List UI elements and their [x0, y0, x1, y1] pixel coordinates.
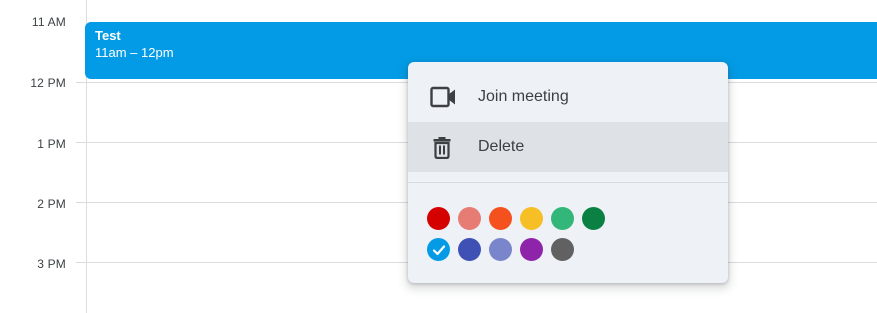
color-picker — [427, 207, 605, 269]
color-swatch[interactable] — [551, 238, 574, 261]
color-swatch[interactable] — [520, 207, 543, 230]
gutter-tick — [76, 142, 86, 143]
video-camera-icon — [430, 86, 455, 108]
time-label-2pm: 2 PM — [37, 197, 66, 211]
gutter-tick — [76, 82, 86, 83]
time-label-3pm: 3 PM — [37, 257, 66, 271]
color-row — [427, 207, 605, 230]
time-label-12pm: 12 PM — [30, 76, 66, 90]
delete-menu-item[interactable]: Delete — [408, 122, 728, 172]
color-swatch[interactable] — [582, 207, 605, 230]
time-label-11am: 11 AM — [31, 15, 66, 29]
trash-icon — [433, 137, 451, 159]
event-context-menu: Join meeting Delete — [408, 62, 728, 283]
color-swatch[interactable] — [427, 207, 450, 230]
time-gutter: 11 AM 12 PM 1 PM 2 PM 3 PM — [0, 0, 86, 313]
color-swatch[interactable] — [427, 238, 450, 261]
delete-label: Delete — [478, 138, 525, 155]
calendar-day-view: 11 AM 12 PM 1 PM 2 PM 3 PM Test 11am – 1… — [0, 0, 877, 313]
color-swatch[interactable] — [489, 207, 512, 230]
color-swatch[interactable] — [520, 238, 543, 261]
gutter-tick — [76, 262, 86, 263]
color-swatch[interactable] — [458, 207, 481, 230]
time-label-1pm: 1 PM — [37, 137, 66, 151]
gutter-tick — [76, 202, 86, 203]
checkmark-icon — [432, 244, 445, 255]
color-swatch[interactable] — [551, 207, 574, 230]
menu-divider — [408, 182, 728, 183]
color-row — [427, 238, 605, 261]
color-swatch[interactable] — [489, 238, 512, 261]
event-time: 11am – 12pm — [95, 45, 174, 60]
join-meeting-menu-item[interactable]: Join meeting — [408, 72, 728, 122]
event-title: Test — [95, 28, 121, 43]
color-swatch[interactable] — [458, 238, 481, 261]
join-meeting-label: Join meeting — [478, 88, 569, 105]
